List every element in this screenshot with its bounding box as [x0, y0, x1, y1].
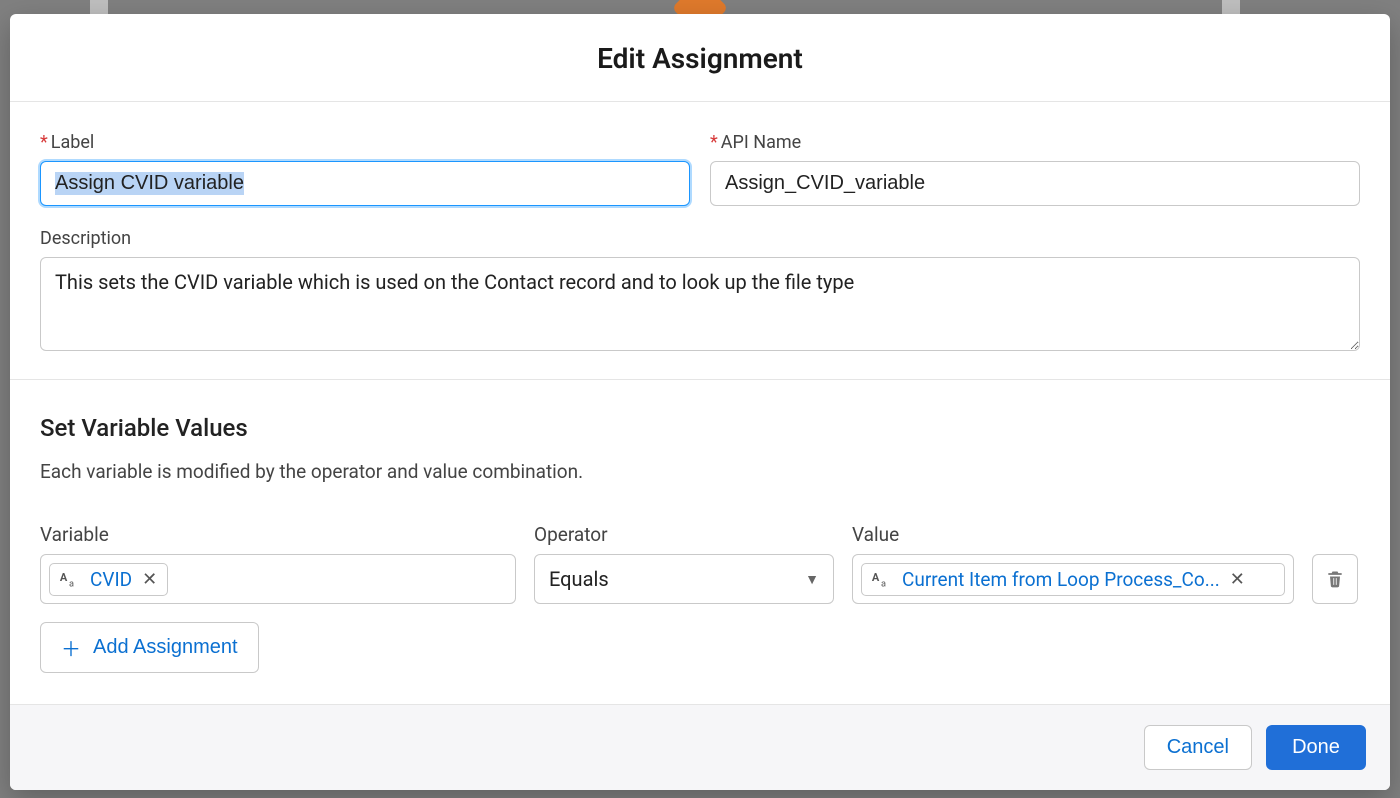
label-field-label: *Label [40, 132, 690, 153]
add-assignment-label: Add Assignment [93, 636, 238, 659]
cancel-label: Cancel [1167, 736, 1229, 758]
svg-text:A: A [60, 571, 68, 584]
required-asterisk: * [710, 132, 718, 153]
done-button[interactable]: Done [1266, 725, 1366, 770]
assignment-row: Variable Aa CVID ✕ Operat [40, 523, 1360, 604]
chevron-down-icon: ▼ [805, 571, 819, 588]
label-text: Label [51, 132, 95, 153]
cancel-button[interactable]: Cancel [1144, 725, 1252, 770]
edit-assignment-modal: Edit Assignment *Label *API Name [10, 14, 1390, 790]
remove-value-icon[interactable]: ✕ [1228, 569, 1247, 590]
operator-select[interactable]: Equals ▼ [534, 554, 834, 604]
set-variable-values-heading: Set Variable Values [40, 414, 1360, 442]
modal-title: Edit Assignment [30, 42, 1370, 75]
text-variable-icon: Aa [58, 568, 80, 590]
remove-variable-icon[interactable]: ✕ [140, 569, 159, 590]
trash-icon [1325, 569, 1345, 589]
value-input[interactable]: Aa Current Item from Loop Process_Co... … [852, 554, 1294, 604]
api-name-field-label: *API Name [710, 132, 1360, 153]
svg-text:a: a [69, 579, 74, 589]
svg-text:A: A [872, 571, 880, 584]
value-pill-label: Current Item from Loop Process_Co... [902, 568, 1220, 591]
background-column-right [1222, 0, 1240, 14]
variable-pill: Aa CVID ✕ [49, 563, 168, 596]
set-variable-values-subtitle: Each variable is modified by the operato… [40, 460, 1360, 483]
api-name-text: API Name [721, 132, 801, 153]
api-name-input[interactable] [710, 161, 1360, 206]
modal-footer: Cancel Done [10, 704, 1390, 790]
text-variable-icon: Aa [870, 568, 892, 590]
add-assignment-button[interactable]: ＋ Add Assignment [40, 622, 259, 673]
label-input[interactable] [40, 161, 690, 206]
variable-column-label: Variable [40, 523, 516, 546]
svg-text:a: a [881, 579, 886, 589]
modal-body: *Label *API Name Description [10, 102, 1390, 704]
background-column-left [90, 0, 108, 14]
done-label: Done [1292, 736, 1340, 758]
variable-pill-label: CVID [90, 568, 132, 591]
value-pill: Aa Current Item from Loop Process_Co... … [861, 563, 1285, 596]
operator-value: Equals [549, 567, 609, 591]
variable-input[interactable]: Aa CVID ✕ [40, 554, 516, 604]
description-field-label: Description [40, 228, 1360, 249]
description-textarea[interactable] [40, 257, 1360, 351]
value-column-label: Value [852, 523, 1294, 546]
delete-row-button[interactable] [1312, 554, 1358, 604]
plus-icon: ＋ [61, 633, 81, 662]
modal-header: Edit Assignment [10, 14, 1390, 102]
required-asterisk: * [40, 132, 48, 153]
operator-column-label: Operator [534, 523, 834, 546]
